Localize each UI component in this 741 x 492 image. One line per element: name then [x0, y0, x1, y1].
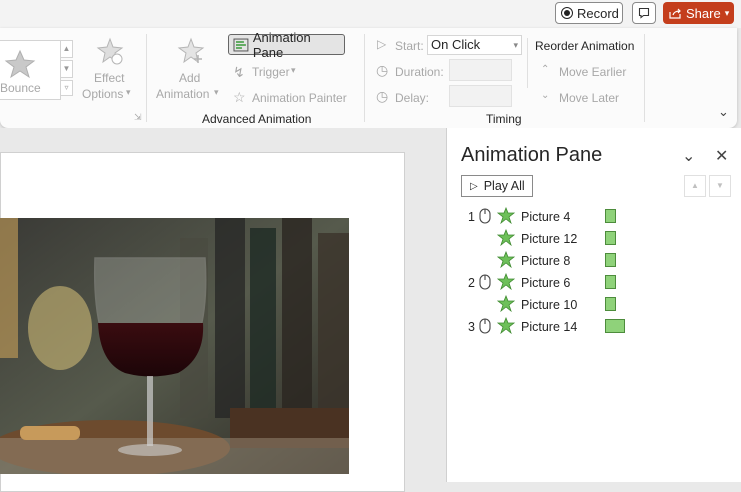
- add-animation-star-icon: [177, 37, 205, 64]
- lightning-icon: ↯: [233, 64, 245, 80]
- timeline-bar[interactable]: [605, 231, 616, 245]
- timeline-bar[interactable]: [605, 275, 616, 289]
- sequence-number: 3: [468, 320, 475, 334]
- duration-spinner[interactable]: [449, 59, 512, 81]
- start-select[interactable]: On Click ▾: [427, 35, 522, 55]
- ribbon-collapse-chevron-icon[interactable]: ⌄: [718, 104, 729, 120]
- play-all-label: Play All: [483, 179, 525, 193]
- play-icon: ▷: [470, 180, 478, 192]
- animation-list-item[interactable]: Picture 12: [447, 228, 741, 250]
- timeline-bar[interactable]: [605, 209, 616, 223]
- mouse-click-icon: [479, 208, 491, 227]
- chevron-down-icon: ⌄: [541, 90, 550, 101]
- ribbon-separator: [527, 38, 528, 88]
- entrance-effect-star-icon: [496, 316, 516, 338]
- painter-star-icon: ☆: [233, 89, 246, 105]
- share-icon: [669, 8, 681, 19]
- chevron-down-icon: ▾: [126, 87, 131, 97]
- ribbon-separator: [146, 34, 147, 122]
- animation-effect-gallery[interactable]: Bounce: [0, 40, 61, 100]
- animation-list-item[interactable]: Picture 8: [447, 250, 741, 272]
- delay-label: Delay:: [395, 91, 430, 105]
- mouse-click-icon: [479, 274, 491, 293]
- mouse-click-icon: [479, 318, 491, 337]
- entrance-effect-star-icon: [496, 272, 516, 294]
- bounce-label: Bounce: [0, 81, 41, 95]
- ribbon-separator: [644, 34, 645, 122]
- add-animation-line2: Animation: [156, 87, 210, 101]
- animation-list-item[interactable]: 2 Picture 6: [447, 272, 741, 294]
- title-bar: Record Share ▾: [0, 0, 741, 28]
- move-down-button[interactable]: ▼: [709, 175, 731, 197]
- ribbon-separator: [364, 34, 365, 122]
- gallery-more-icon[interactable]: ▿: [60, 80, 73, 96]
- pane-options-chevron-icon[interactable]: ⌄: [682, 146, 695, 166]
- entrance-effect-star-icon: [496, 250, 516, 272]
- close-icon[interactable]: ✕: [715, 146, 728, 166]
- trigger-label: Trigger: [252, 65, 290, 79]
- animation-item-label: Picture 8: [521, 254, 571, 268]
- animation-list-item[interactable]: 3 Picture 14: [447, 316, 741, 338]
- animation-item-label: Picture 6: [521, 276, 571, 290]
- advanced-animation-group-label: Advanced Animation: [202, 112, 312, 126]
- animation-list-item[interactable]: 1 Picture 4: [447, 206, 741, 228]
- animation-item-label: Picture 12: [521, 232, 578, 246]
- sequence-number: 2: [468, 276, 475, 290]
- effect-options-line2: Options: [82, 87, 124, 101]
- wine-glass-photo[interactable]: [0, 218, 349, 474]
- clock-icon: ◷: [376, 62, 389, 78]
- effect-options-line1: Effect: [94, 71, 125, 85]
- animation-item-label: Picture 10: [521, 298, 578, 312]
- bounce-star-icon: [4, 49, 36, 79]
- play-all-button[interactable]: ▷ Play All: [461, 175, 533, 197]
- dialog-launcher-icon[interactable]: ⇲: [134, 112, 142, 123]
- chevron-down-icon: ▾: [214, 87, 219, 97]
- share-label: Share: [686, 5, 721, 21]
- add-animation-line1: Add: [179, 71, 201, 85]
- animation-pane-button[interactable]: Animation Pane: [228, 30, 345, 60]
- record-icon: [561, 7, 573, 19]
- move-up-button[interactable]: ▲: [684, 175, 706, 197]
- pane-title: Animation Pane: [461, 144, 603, 166]
- comments-button[interactable]: [632, 2, 656, 24]
- record-label: Record: [577, 5, 619, 21]
- chevron-up-icon: ⌃: [541, 64, 550, 75]
- start-value: On Click: [431, 37, 481, 52]
- move-earlier-label: Move Earlier: [559, 65, 627, 79]
- animation-pane-label: Animation Pane: [252, 29, 311, 60]
- delay-clock-icon: ◷: [376, 88, 389, 104]
- comment-icon: [638, 7, 650, 19]
- start-label: Start:: [395, 39, 424, 53]
- chevron-down-icon: ▾: [513, 40, 518, 50]
- animation-item-label: Picture 4: [521, 210, 571, 224]
- duration-label: Duration:: [395, 65, 444, 79]
- animation-pane: Animation Pane ⌄ ✕ ▷ Play All ▲ ▼ 1 Pictu…: [446, 128, 741, 482]
- share-button[interactable]: Share ▾: [663, 2, 734, 24]
- animation-item-label: Picture 14: [521, 320, 578, 334]
- animation-painter-label: Animation Painter: [252, 91, 347, 105]
- chevron-down-icon: ▾: [724, 7, 730, 18]
- gallery-up-arrow-icon[interactable]: ▲: [60, 40, 73, 58]
- gallery-down-arrow-icon[interactable]: ▼: [60, 60, 73, 78]
- entrance-effect-star-icon: [496, 206, 516, 228]
- record-button[interactable]: Record: [555, 2, 623, 24]
- timing-group-label: Timing: [486, 112, 522, 126]
- timeline-bar[interactable]: [605, 297, 616, 311]
- timeline-bar[interactable]: [605, 319, 625, 333]
- delay-spinner[interactable]: [449, 85, 512, 107]
- move-later-label: Move Later: [559, 91, 620, 105]
- entrance-effect-star-icon: [496, 294, 516, 316]
- effect-options-star-icon: [96, 37, 124, 65]
- entrance-effect-star-icon: [496, 228, 516, 250]
- timeline-bar[interactable]: [605, 253, 616, 267]
- gallery-scroll[interactable]: ▲ ▼ ▿: [60, 40, 73, 98]
- animations-ribbon: Bounce ▲ ▼ ▿ Effect Options ▾ Add Animat…: [0, 28, 737, 128]
- sequence-number: 1: [468, 210, 475, 224]
- reorder-animation-title: Reorder Animation: [535, 39, 635, 53]
- animation-pane-icon: [233, 38, 249, 51]
- animation-list-item[interactable]: Picture 10: [447, 294, 741, 316]
- start-play-icon: ▷: [377, 37, 387, 51]
- chevron-down-icon: ▾: [291, 65, 296, 75]
